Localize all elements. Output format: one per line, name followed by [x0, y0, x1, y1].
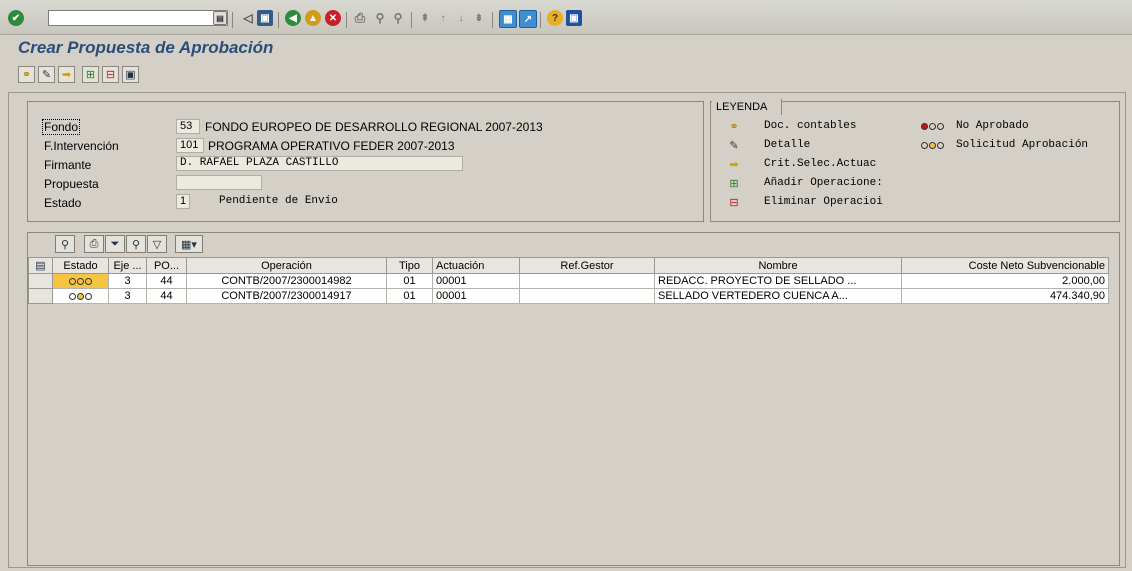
- add-operations-icon: ⊞: [729, 177, 739, 190]
- print-icon[interactable]: ⎙: [84, 235, 104, 253]
- last-page-icon[interactable]: ⇟: [471, 10, 487, 26]
- next-page-icon[interactable]: ↓: [453, 10, 469, 26]
- command-field[interactable]: [48, 10, 228, 26]
- po-cell: 44: [146, 288, 187, 304]
- first-page-icon[interactable]: ⇞: [417, 10, 433, 26]
- estado-text: Pendiente de Envío: [219, 195, 338, 207]
- fondo-code: 53: [176, 119, 200, 134]
- eje-cell: 3: [108, 273, 147, 289]
- cancel-icon[interactable]: ✕: [325, 10, 341, 26]
- coste-cell: 474.340,90: [901, 288, 1109, 304]
- page-title: Crear Propuesta de Aprobación: [18, 38, 274, 57]
- intervencion-label: F.Intervención: [44, 139, 119, 153]
- propuesta-label: Propuesta: [44, 177, 99, 191]
- column-header[interactable]: Estado: [52, 257, 109, 274]
- row-selector[interactable]: [28, 273, 53, 289]
- delete-operations-icon: ⊟: [729, 196, 739, 209]
- yellow-light-icon: [69, 292, 92, 300]
- select-all-icon[interactable]: ▤: [28, 257, 53, 274]
- detail-icon: ✎: [729, 139, 739, 152]
- po-cell: 44: [146, 273, 187, 289]
- selection-criteria-icon[interactable]: ➡: [58, 66, 75, 83]
- column-header[interactable]: Operación: [186, 257, 387, 274]
- create-session-icon[interactable]: ▦: [499, 10, 517, 28]
- tipo-cell: 01: [386, 288, 433, 304]
- legend-status-label: Solicitud Aprobación: [956, 139, 1089, 151]
- table-row[interactable]: 3 44 CONTB/2007/2300014917 01 00001 SELL…: [28, 288, 1109, 304]
- export-icon[interactable]: ▦▾: [175, 235, 203, 253]
- column-header[interactable]: PO...: [146, 257, 187, 274]
- documents-icon[interactable]: ⚭: [18, 66, 35, 83]
- firmante-field: D. RAFAEL PLAZA CASTILLO: [176, 156, 463, 171]
- exit-icon[interactable]: ▲: [305, 10, 321, 26]
- actuacion-cell: 00001: [432, 288, 520, 304]
- yellow-light-icon: [921, 142, 944, 149]
- find-icon[interactable]: ⚲: [126, 235, 146, 253]
- enter-icon[interactable]: ✔: [8, 10, 24, 26]
- operations-table: ▤ Estado Eje ... PO... Operación Tipo Ac…: [28, 257, 1109, 304]
- help-icon[interactable]: ?: [547, 10, 563, 26]
- selection-criteria-icon: ➡: [729, 158, 739, 171]
- command-history-icon[interactable]: ▤: [213, 11, 227, 25]
- tipo-cell: 01: [386, 273, 433, 289]
- detail-icon[interactable]: ✎: [38, 66, 55, 83]
- column-header[interactable]: Actuación: [432, 257, 520, 274]
- estado-code: 1: [176, 194, 190, 209]
- intervencion-text: PROGRAMA OPERATIVO FEDER 2007-2013: [208, 139, 455, 153]
- legend-title: LEYENDA: [712, 99, 783, 115]
- column-header[interactable]: Coste Neto Subvencionable: [901, 257, 1109, 274]
- table-row[interactable]: 3 44 CONTB/2007/2300014982 01 00001 REDA…: [28, 273, 1109, 289]
- status-cell: [52, 273, 109, 289]
- yellow-light-icon: [69, 277, 92, 285]
- add-operations-icon[interactable]: ⊞: [82, 66, 99, 83]
- legend-item-label: Eliminar Operacioi: [764, 196, 883, 208]
- shortcut-icon[interactable]: ↗: [519, 10, 537, 28]
- red-light-icon: [921, 123, 944, 130]
- nombre-cell: REDACC. PROYECTO DE SELLADO ...: [654, 273, 902, 289]
- column-header[interactable]: Ref.Gestor: [519, 257, 655, 274]
- fondo-label: Fondo: [42, 119, 81, 135]
- eje-cell: 3: [108, 288, 147, 304]
- status-cell: [52, 288, 109, 304]
- details-icon[interactable]: ⚲: [55, 235, 75, 253]
- legend-item-label: Detalle: [764, 139, 811, 151]
- actuacion-cell: 00001: [432, 273, 520, 289]
- coste-cell: 2.000,00: [901, 273, 1109, 289]
- find-icon[interactable]: ⚲: [372, 10, 388, 26]
- nombre-cell: SELLADO VERTEDERO CUENCA A...: [654, 288, 902, 304]
- column-header[interactable]: Nombre: [654, 257, 902, 274]
- fondo-text: FONDO EUROPEO DE DESARROLLO REGIONAL 200…: [205, 120, 543, 134]
- operacion-cell: CONTB/2007/2300014982: [186, 273, 387, 289]
- ref-gestor-cell: [519, 273, 655, 289]
- firmante-label: Firmante: [44, 158, 92, 172]
- documents-icon: ⚭: [729, 120, 739, 133]
- legend-item-label: Doc. contables: [764, 120, 857, 132]
- intervencion-code: 101: [176, 138, 204, 153]
- ref-gestor-cell: [519, 288, 655, 304]
- back-small-icon[interactable]: ◁: [240, 10, 256, 26]
- operacion-cell: CONTB/2007/2300014917: [186, 288, 387, 304]
- previous-page-icon[interactable]: ↑: [435, 10, 451, 26]
- set-filter-icon[interactable]: ▽: [147, 235, 167, 253]
- column-header[interactable]: Tipo: [386, 257, 433, 274]
- column-header[interactable]: Eje ...: [108, 257, 147, 274]
- back-icon[interactable]: ◀: [285, 10, 301, 26]
- row-selector[interactable]: [28, 288, 53, 304]
- print-icon[interactable]: ⎙: [352, 10, 368, 26]
- estado-label: Estado: [44, 196, 82, 210]
- table-header-row: ▤ Estado Eje ... PO... Operación Tipo Ac…: [28, 257, 1109, 274]
- delete-operations-icon[interactable]: ⊟: [102, 66, 119, 83]
- legend-item-label: Añadir Operacione:: [764, 177, 883, 189]
- find-next-icon[interactable]: ⚲: [390, 10, 406, 26]
- propuesta-field[interactable]: [176, 175, 262, 190]
- save-icon[interactable]: ▣: [257, 10, 273, 26]
- system-toolbar: ✔ ▤ ◁ ▣ ◀ ▲ ✕ ⎙ ⚲ ⚲ ⇞ ↑ ↓ ⇟ ▦ ↗ ? ▣: [0, 0, 1132, 35]
- legend-status-label: No Aprobado: [956, 120, 1029, 132]
- save-layout-icon[interactable]: ▣: [122, 66, 139, 83]
- filter-icon[interactable]: ⏷: [105, 235, 125, 253]
- legend-item-label: Crit.Selec.Actuac: [764, 158, 877, 170]
- customize-layout-icon[interactable]: ▣: [566, 10, 582, 26]
